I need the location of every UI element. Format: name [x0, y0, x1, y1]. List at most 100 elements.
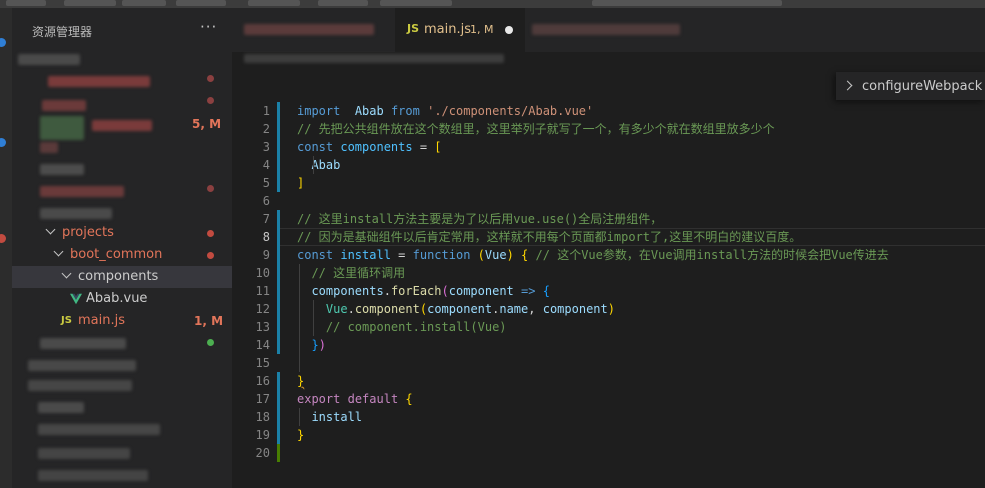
- tree-file-main-js[interactable]: JS main.js 1, M: [12, 310, 232, 332]
- modified-indicator: [207, 230, 214, 237]
- git-change-marker[interactable]: [277, 444, 280, 462]
- explorer-sidebar: 资源管理器 ··· 5, M projects boot_common comp…: [12, 8, 232, 488]
- blurred-tree-item[interactable]: [40, 338, 126, 349]
- modified-indicator: [207, 75, 214, 82]
- menu-item-blurred[interactable]: [380, 0, 452, 6]
- file-badge: 5, M: [192, 117, 222, 131]
- tree-item-label: boot_common: [70, 247, 163, 262]
- code-line: }: [297, 428, 305, 442]
- line-number: 13: [255, 320, 270, 334]
- code-line: import Abab from './components/Abab.vue': [297, 104, 594, 118]
- menu-item-blurred[interactable]: [176, 0, 226, 6]
- tree-folder-projects[interactable]: projects: [12, 222, 232, 244]
- activity-bar: [0, 8, 12, 488]
- line-number: 16: [255, 374, 270, 388]
- line-gutter: 1 2 3 4 5 6 7 8 9 10 11 12 13 14 15 16 17 18 19 20: [232, 66, 280, 488]
- line-number: 7: [262, 212, 270, 226]
- git-change-marker[interactable]: [277, 246, 280, 354]
- blurred-tree-item[interactable]: [40, 142, 58, 153]
- tab-badge: 1, M: [470, 23, 494, 36]
- unsaved-dot-icon[interactable]: [505, 26, 513, 34]
- line-number: 9: [262, 248, 270, 262]
- blurred-tree-item[interactable]: [92, 120, 152, 131]
- chevron-down-icon: [54, 248, 64, 258]
- blurred-tree-item[interactable]: [40, 208, 112, 219]
- chevron-down-icon: [46, 226, 56, 236]
- line-number: 18: [255, 410, 270, 424]
- editor-tab-bar: JS main.js 1, M: [232, 8, 985, 52]
- line-number: 2: [262, 122, 270, 136]
- line-number: 14: [255, 338, 270, 352]
- menu-item-blurred[interactable]: [6, 0, 46, 6]
- line-number: 17: [255, 392, 270, 406]
- js-icon: JS: [61, 315, 72, 326]
- blurred-breadcrumb[interactable]: [244, 54, 504, 63]
- more-actions-icon[interactable]: ···: [200, 18, 217, 36]
- added-indicator: [207, 339, 214, 346]
- sticky-scroll-label: configureWebpack: [862, 79, 983, 94]
- blurred-tree-item[interactable]: [48, 76, 150, 87]
- blurred-tree-item[interactable]: [38, 424, 160, 435]
- code-line: install: [311, 410, 363, 424]
- chevron-right-icon: [844, 80, 854, 90]
- blurred-tree-item[interactable]: [40, 186, 124, 197]
- code-line: // 先把公共组件放在这个数组里，这里举列子就写了一个，有多少个就在数组里放多少…: [297, 122, 775, 136]
- git-change-marker[interactable]: [277, 390, 280, 444]
- modified-indicator: [207, 97, 214, 104]
- code-line: // 因为是基础组件以后肯定常用，这样就不用每个页面都import了,这里不明白…: [297, 230, 802, 244]
- tree-item-label: main.js: [78, 313, 125, 328]
- blurred-tree-item[interactable]: [40, 164, 84, 175]
- line-number: 19: [255, 428, 270, 442]
- code-line: ]: [297, 176, 305, 190]
- code-editor[interactable]: 1 2 3 4 5 6 7 8 9 10 11 12 13 14 15 16 17 18 19 20 import A…: [232, 66, 985, 488]
- line-number: 3: [262, 140, 270, 154]
- menu-item-blurred[interactable]: [248, 0, 300, 6]
- line-number: 15: [255, 356, 270, 370]
- sticky-scroll[interactable]: configureWebpack: [836, 72, 985, 100]
- menu-item-blurred[interactable]: [64, 0, 116, 6]
- window-title-blurred: [592, 0, 782, 6]
- git-change-marker[interactable]: [277, 174, 280, 192]
- indent-guide: [299, 264, 300, 372]
- menu-bar: [0, 0, 985, 8]
- blurred-tree-item[interactable]: [28, 360, 136, 371]
- code-line: const components = [: [297, 140, 442, 154]
- line-number: 1: [262, 104, 270, 118]
- tree-item-label: Abab.vue: [86, 291, 148, 306]
- tree-item-label: components: [78, 269, 159, 284]
- code-line: }: [297, 374, 305, 388]
- blurred-tree-item[interactable]: [42, 100, 86, 111]
- tab-main-js[interactable]: JS main.js 1, M: [395, 8, 525, 52]
- blurred-tree-item[interactable]: [38, 448, 130, 459]
- line-number: 8: [262, 230, 270, 244]
- menu-item-blurred[interactable]: [122, 0, 166, 6]
- git-change-marker[interactable]: [277, 210, 280, 246]
- menu-item-blurred[interactable]: [318, 0, 368, 6]
- code-line: }): [311, 338, 326, 352]
- git-change-marker[interactable]: [277, 102, 280, 174]
- code-line: components.forEach(component => {: [311, 284, 550, 298]
- git-change-marker[interactable]: [277, 372, 280, 390]
- tree-folder-components[interactable]: components: [12, 266, 232, 288]
- code-line: const install = function (Vue) { // 这个Vu…: [297, 248, 889, 262]
- code-line: // component.install(Vue): [325, 320, 507, 334]
- notification-dot: [0, 234, 6, 243]
- blurred-tree-item[interactable]: [38, 470, 148, 481]
- vue-icon: [70, 293, 82, 305]
- explorer-title: 资源管理器: [32, 25, 93, 39]
- blurred-tab[interactable]: [532, 24, 680, 35]
- tree-file-abab-vue[interactable]: Abab.vue: [12, 288, 232, 310]
- line-number: 4: [262, 158, 270, 172]
- chevron-down-icon: [62, 270, 72, 280]
- code-line: export default {: [297, 392, 413, 406]
- code-line: // 这里install方法主要是为了以后用vue.use()全局注册组件，: [297, 212, 663, 226]
- tree-item-label: projects: [62, 225, 114, 240]
- line-number: 20: [255, 446, 270, 460]
- tab-label: main.js: [424, 22, 471, 37]
- blurred-tree-item[interactable]: [18, 54, 80, 65]
- tree-folder-boot-common[interactable]: boot_common: [12, 244, 232, 266]
- blurred-tree-item[interactable]: [40, 116, 84, 140]
- blurred-tree-item[interactable]: [28, 380, 132, 391]
- blurred-tree-item[interactable]: [38, 402, 84, 413]
- blurred-tab[interactable]: [244, 24, 374, 35]
